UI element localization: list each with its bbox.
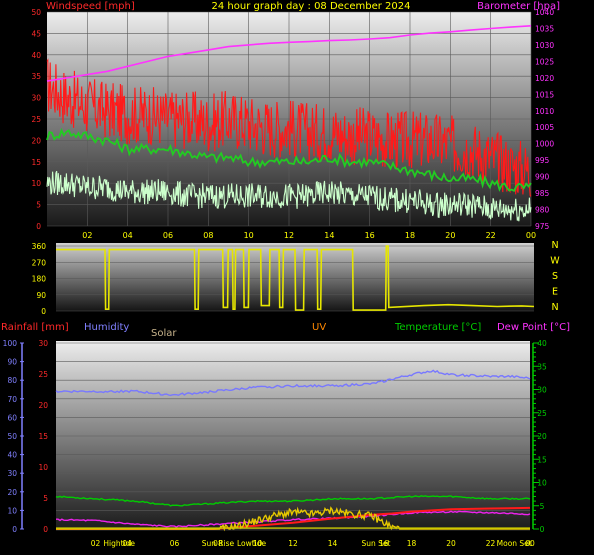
temperature-tick-label: 0 xyxy=(540,525,545,534)
compass-label: E xyxy=(552,287,558,298)
x-tick-label: 10 xyxy=(253,539,263,548)
barometer-tick-label: 1020 xyxy=(535,74,554,83)
rain-tick-label: 0 xyxy=(43,525,48,534)
temperature-axis-label: Temperature [°C] xyxy=(394,322,481,333)
temperature-tick-label: 5 xyxy=(540,502,545,511)
x-tick-label: 14 xyxy=(324,231,334,240)
chart-title: 24 hour graph day : 08 December 2024 xyxy=(212,1,411,12)
humidity-tick-label: 10 xyxy=(7,506,17,515)
humidity-tick-label: 60 xyxy=(7,413,17,422)
barometer-axis-label: Barometer [hpa] xyxy=(477,1,560,12)
weather-graph: 0510152025303540455097598098599099510001… xyxy=(1,1,570,548)
x-tick-label: 08 xyxy=(203,231,213,240)
direction-tick-label: 0 xyxy=(41,307,46,316)
windspeed-tick-label: 10 xyxy=(31,179,41,188)
rain-tick-label: 15 xyxy=(38,432,48,441)
rain-tick-label: 5 xyxy=(43,494,48,503)
compass-label: W xyxy=(550,256,560,267)
barometer-tick-label: 995 xyxy=(535,156,550,165)
rain-tick-label: 20 xyxy=(38,401,48,410)
x-tick-label: 20 xyxy=(446,539,456,548)
x-tick-label: 22 xyxy=(486,539,496,548)
humidity-tick-label: 0 xyxy=(12,525,17,534)
windspeed-tick-label: 45 xyxy=(31,29,41,38)
barometer-tick-label: 1005 xyxy=(535,123,554,132)
x-tick-label: 16 xyxy=(379,539,389,548)
x-tick-label: 02 xyxy=(91,539,101,548)
x-tick-label: 02 xyxy=(82,231,92,240)
dewpoint-axis-label: Dew Point [°C] xyxy=(497,322,570,333)
rain-tick-label: 30 xyxy=(38,339,48,348)
solar-axis-label: Solar xyxy=(151,328,177,339)
compass-label: N xyxy=(551,302,558,313)
rain-tick-label: 25 xyxy=(38,370,48,379)
barometer-tick-label: 975 xyxy=(535,222,550,231)
rainfall-axis-label: Rainfall [mm] xyxy=(1,322,69,333)
windspeed-tick-label: 15 xyxy=(31,158,41,167)
humidity-tick-label: 90 xyxy=(7,358,17,367)
barometer-tick-label: 1000 xyxy=(535,140,554,149)
humidity-tick-label: 70 xyxy=(7,395,17,404)
x-tick-label: 20 xyxy=(445,231,455,240)
direction-tick-label: 360 xyxy=(32,242,47,251)
barometer-tick-label: 1010 xyxy=(535,107,554,116)
windspeed-tick-label: 40 xyxy=(31,51,41,60)
x-tick-label: 04 xyxy=(122,539,132,548)
direction-tick-label: 180 xyxy=(32,275,47,284)
humidity-axis-label: Humidity xyxy=(84,322,129,333)
x-tick-label: 12 xyxy=(284,231,294,240)
windspeed-tick-label: 35 xyxy=(31,72,41,81)
x-tick-label: 06 xyxy=(163,231,173,240)
x-tick-label: 08 xyxy=(213,539,223,548)
barometer-tick-label: 1035 xyxy=(535,24,554,33)
x-tick-label: 18 xyxy=(407,539,417,548)
humidity-tick-label: 80 xyxy=(7,376,17,385)
uv-axis-label: UV xyxy=(312,322,326,333)
x-tick-label: 00 xyxy=(525,539,535,548)
windspeed-tick-label: 20 xyxy=(31,136,41,145)
barometer-tick-label: 1015 xyxy=(535,90,554,99)
humidity-tick-label: 20 xyxy=(7,488,17,497)
barometer-tick-label: 980 xyxy=(535,206,550,215)
compass-label: N xyxy=(551,240,558,251)
x-tick-label: 18 xyxy=(405,231,415,240)
humidity-tick-label: 30 xyxy=(7,469,17,478)
rain-tick-label: 10 xyxy=(38,463,48,472)
windspeed-tick-label: 0 xyxy=(36,222,41,231)
x-tick-label: 12 xyxy=(288,539,298,548)
windspeed-tick-label: 50 xyxy=(31,8,41,17)
windspeed-tick-label: 5 xyxy=(36,201,41,210)
barometer-tick-label: 1030 xyxy=(535,41,554,50)
windspeed-tick-label: 30 xyxy=(31,94,41,103)
x-tick-label: 16 xyxy=(365,231,375,240)
humidity-tick-label: 40 xyxy=(7,451,17,460)
windspeed-tick-label: 25 xyxy=(31,115,41,124)
barometer-tick-label: 1025 xyxy=(535,57,554,66)
humidity-tick-label: 100 xyxy=(3,339,18,348)
barometer-tick-label: 990 xyxy=(535,173,550,182)
barometer-tick-label: 985 xyxy=(535,189,550,198)
compass-label: S xyxy=(552,271,558,282)
direction-tick-label: 270 xyxy=(32,258,47,267)
x-tick-label: 06 xyxy=(170,539,180,548)
x-tick-label: 10 xyxy=(244,231,254,240)
windspeed-axis-label: Windspeed [mph] xyxy=(46,1,135,12)
x-tick-label: 14 xyxy=(328,539,338,548)
x-tick-label: 22 xyxy=(486,231,496,240)
x-tick-label: 04 xyxy=(123,231,133,240)
direction-tick-label: 90 xyxy=(36,291,46,300)
humidity-tick-label: 50 xyxy=(7,432,17,441)
x-tick-label: 00 xyxy=(526,231,536,240)
